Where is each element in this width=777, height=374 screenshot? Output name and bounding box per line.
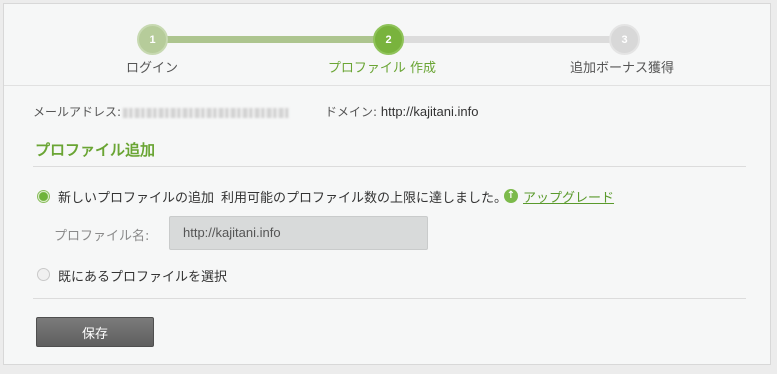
new-profile-radio[interactable]: [37, 190, 50, 203]
section-title: プロファイル追加: [35, 141, 156, 159]
email-value-redacted: [123, 107, 290, 118]
step-1-circle: 1: [137, 24, 168, 55]
profile-limit-message: 利用可能のプロファイル数の上限に達しました。: [221, 191, 508, 206]
new-profile-label[interactable]: 新しいプロファイルの追加: [58, 187, 214, 206]
existing-profile-label[interactable]: 既にあるプロファイルを選択: [58, 266, 227, 285]
stepper-track-completed: [154, 36, 390, 43]
arrow-up-icon: ↑: [504, 189, 518, 203]
progress-stepper: 1 2 3 ログイン プロファイル 作成 追加ボーナス獲得: [4, 4, 770, 86]
profile-setup-panel: 1 2 3 ログイン プロファイル 作成 追加ボーナス獲得 メールアドレス: ド…: [3, 3, 771, 365]
profile-name-label: プロファイル名:: [54, 229, 150, 244]
profile-name-input[interactable]: http://kajitani.info: [169, 216, 428, 250]
domain-value: http://kajitani.info: [380, 104, 479, 119]
upgrade-link[interactable]: アップグレード: [523, 187, 614, 206]
existing-profile-radio[interactable]: [37, 268, 50, 281]
email-label: メールアドレス:: [33, 105, 122, 119]
step-2-label: プロファイル 作成: [327, 61, 437, 76]
stepper-track-remaining: [390, 36, 626, 43]
save-button[interactable]: 保存: [36, 317, 154, 347]
actions-divider: [33, 298, 746, 299]
step-3-circle: 3: [609, 24, 640, 55]
step-2-circle: 2: [373, 24, 404, 55]
step-3-label: 追加ボーナス獲得: [569, 61, 675, 76]
section-divider: [33, 166, 746, 167]
domain-label: ドメイン:: [325, 105, 378, 119]
email-info: メールアドレス:: [33, 103, 290, 120]
domain-info: ドメイン: http://kajitani.info: [325, 103, 478, 120]
step-1-label: ログイン: [125, 61, 179, 76]
